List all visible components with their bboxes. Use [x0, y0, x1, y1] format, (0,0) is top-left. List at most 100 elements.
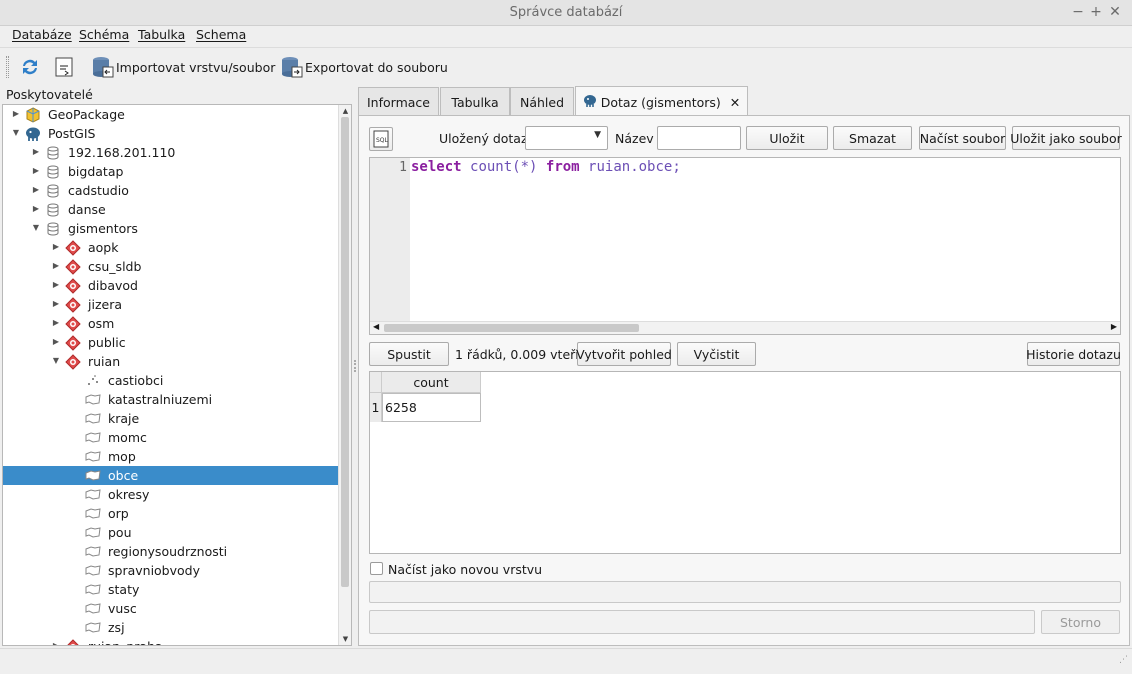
polygon-layer-icon: [85, 430, 101, 446]
minimize-icon[interactable]: −: [1069, 3, 1087, 21]
run-query-button[interactable]: Spustit: [369, 342, 449, 366]
collapse-arrow-icon[interactable]: ▶: [11, 109, 21, 119]
menu-tabulka[interactable]: Tabulka: [138, 27, 185, 42]
editor-scroll-thumb[interactable]: [384, 324, 639, 332]
query-name-input[interactable]: [657, 126, 741, 150]
tree-item-zsj[interactable]: zsj: [3, 618, 338, 637]
saved-query-label: Uložený dotaz: [439, 131, 528, 146]
cancel-button[interactable]: Storno: [1041, 610, 1120, 634]
tree-item-katastralniuzemi[interactable]: katastralniuzemi: [3, 390, 338, 409]
delete-query-button[interactable]: Smazat: [833, 126, 912, 150]
collapse-arrow-icon[interactable]: ▶: [51, 299, 61, 309]
tree-item-mop[interactable]: mop: [3, 447, 338, 466]
tree-item-geopackage[interactable]: ▶ GeoPackage: [3, 105, 338, 124]
tab-dotaz[interactable]: Dotaz (gismentors) ✕: [575, 86, 748, 117]
tree-item-orp[interactable]: orp: [3, 504, 338, 523]
tree-item-danse[interactable]: ▶ danse: [3, 200, 338, 219]
tab-informace[interactable]: Informace: [358, 87, 439, 116]
maximize-icon[interactable]: +: [1087, 3, 1105, 21]
tree-item-postgis[interactable]: ▼ PostGIS: [3, 124, 338, 143]
menu-schema[interactable]: Schéma: [79, 27, 129, 42]
collapse-arrow-icon[interactable]: ▶: [51, 280, 61, 290]
collapse-arrow-icon[interactable]: ▶: [51, 641, 61, 645]
results-table[interactable]: count 1 6258: [369, 371, 1121, 554]
sql-editor[interactable]: 1 select count(*) from ruian.obce; ◀ ▶: [369, 157, 1121, 335]
tree-item-bigdatap[interactable]: ▶ bigdatap: [3, 162, 338, 181]
expand-arrow-icon[interactable]: ▼: [11, 128, 21, 138]
results-row-header[interactable]: 1: [370, 393, 382, 422]
tree-item-dibavod[interactable]: ▶ dibavod: [3, 276, 338, 295]
tree-item-regionysoudrznosti[interactable]: regionysoudrznosti: [3, 542, 338, 561]
tree-item-spravniobvody[interactable]: spravniobvody: [3, 561, 338, 580]
tree-item-momc[interactable]: momc: [3, 428, 338, 447]
sql-code[interactable]: select count(*) from ruian.obce;: [411, 159, 681, 175]
tree-item-ruian[interactable]: ▼ ruian: [3, 352, 338, 371]
point-layer-icon: [85, 373, 101, 389]
import-layer-button[interactable]: Importovat vrstvu/soubor: [90, 52, 275, 82]
tree-item-label: jizera: [88, 297, 122, 312]
tree-scrollbar[interactable]: ▲ ▼: [338, 105, 351, 645]
scroll-up-icon[interactable]: ▲: [339, 105, 351, 117]
tree-item-pou[interactable]: pou: [3, 523, 338, 542]
load-as-layer-checkbox[interactable]: [370, 562, 383, 575]
close-window-icon[interactable]: ✕: [1106, 3, 1124, 21]
tree-item-cadstudio[interactable]: ▶ cadstudio: [3, 181, 338, 200]
create-view-button[interactable]: Vytvořit pohled: [576, 342, 672, 366]
tree-item-kraje[interactable]: kraje: [3, 409, 338, 428]
collapse-arrow-icon[interactable]: ▶: [51, 337, 61, 347]
resize-grip-icon[interactable]: ⋰: [1119, 655, 1128, 665]
toolbar-grip[interactable]: [6, 56, 9, 78]
splitter-handle[interactable]: [354, 360, 356, 372]
tree-item-obce[interactable]: obce: [3, 466, 338, 485]
tree-item-public[interactable]: ▶ public: [3, 333, 338, 352]
scroll-left-icon[interactable]: ◀: [373, 322, 379, 331]
tree-item-label: mop: [108, 449, 136, 464]
tree-scroll-thumb[interactable]: [341, 117, 349, 587]
tab-nahled[interactable]: Náhled: [510, 87, 574, 116]
collapse-arrow-icon[interactable]: ▶: [31, 147, 41, 157]
collapse-arrow-icon[interactable]: ▶: [51, 318, 61, 328]
editor-hscrollbar[interactable]: ◀ ▶: [370, 321, 1120, 334]
results-corner[interactable]: [370, 372, 382, 393]
collapse-arrow-icon[interactable]: ▶: [51, 242, 61, 252]
providers-tree[interactable]: ▶ GeoPackage ▼ PostGIS ▶ 192.168.201.110 ▶ bigd…: [2, 104, 352, 646]
save-as-file-button[interactable]: Uložit jako soubor: [1010, 126, 1122, 150]
scroll-right-icon[interactable]: ▶: [1111, 322, 1117, 331]
tree-item-jizera[interactable]: ▶ jizera: [3, 295, 338, 314]
polygon-layer-icon: [85, 620, 101, 636]
tree-item-192-168-201-110[interactable]: ▶ 192.168.201.110: [3, 143, 338, 162]
collapse-arrow-icon[interactable]: ▶: [31, 185, 41, 195]
tree-item-csu-sldb[interactable]: ▶ csu_sldb: [3, 257, 338, 276]
tree-item-okresy[interactable]: okresy: [3, 485, 338, 504]
saved-query-select[interactable]: ▼: [525, 126, 608, 150]
collapse-arrow-icon[interactable]: ▶: [51, 261, 61, 271]
collapse-arrow-icon[interactable]: ▶: [31, 166, 41, 176]
refresh-button[interactable]: [17, 52, 43, 82]
tree-item-staty[interactable]: staty: [3, 580, 338, 599]
tree-item-castiobci[interactable]: castiobci: [3, 371, 338, 390]
query-history-button[interactable]: Historie dotazu: [1026, 342, 1121, 366]
sql-format-button[interactable]: SQL: [369, 127, 393, 151]
tree-item-vusc[interactable]: vusc: [3, 599, 338, 618]
menu-schema-2[interactable]: Schema: [196, 27, 246, 42]
tree-item-osm[interactable]: ▶ osm: [3, 314, 338, 333]
clear-button[interactable]: Vyčistit: [677, 342, 756, 366]
collapse-arrow-icon[interactable]: ▶: [31, 204, 41, 214]
close-tab-icon[interactable]: ✕: [730, 95, 740, 110]
tab-tabulka[interactable]: Tabulka: [440, 87, 510, 116]
scroll-down-icon[interactable]: ▼: [339, 633, 351, 645]
sql-window-button[interactable]: [51, 52, 77, 82]
load-file-button[interactable]: Načíst soubor: [919, 126, 1006, 150]
expand-arrow-icon[interactable]: ▼: [31, 223, 41, 233]
tree-item-ruian-praha[interactable]: ▶ ruian_praha: [3, 637, 338, 645]
export-file-button[interactable]: Exportovat do souboru: [279, 52, 448, 82]
tree-item-aopk[interactable]: ▶ aopk: [3, 238, 338, 257]
query-name-label: Název: [615, 131, 654, 146]
tree-item-gismentors[interactable]: ▼ gismentors: [3, 219, 338, 238]
results-column-header[interactable]: count: [382, 372, 481, 393]
tree-item-label: csu_sldb: [88, 259, 142, 274]
expand-arrow-icon[interactable]: ▼: [51, 356, 61, 366]
save-query-button[interactable]: Uložit: [746, 126, 828, 150]
menu-databaze[interactable]: Databáze: [12, 27, 72, 42]
results-cell[interactable]: 6258: [382, 393, 481, 422]
